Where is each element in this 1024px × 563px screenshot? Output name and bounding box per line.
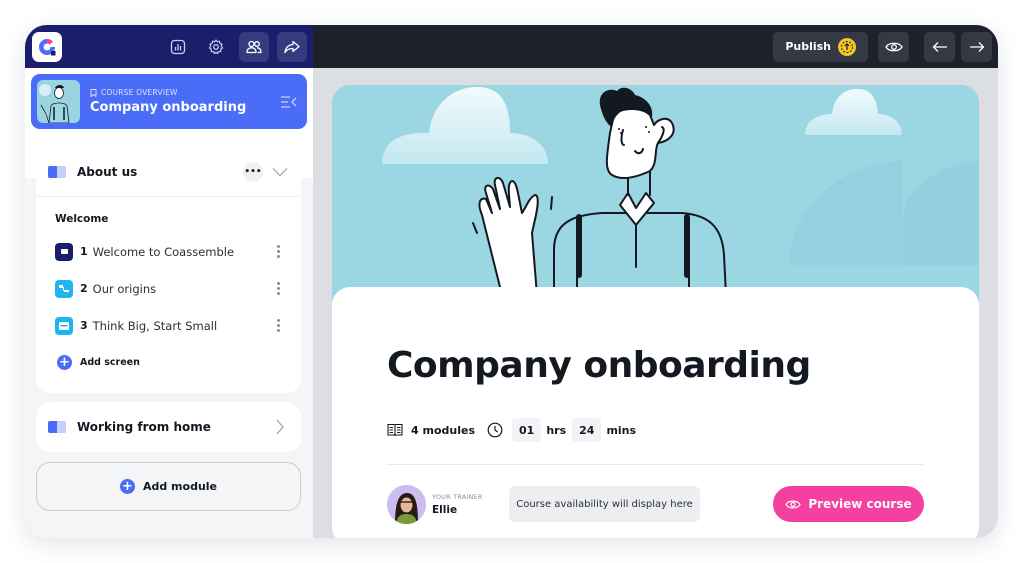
course-title: Company onboarding [387, 345, 811, 386]
duration-hours: 01 [512, 418, 542, 442]
chevron-right-icon [276, 419, 284, 435]
upload-icon [838, 37, 856, 56]
analytics-button[interactable] [163, 32, 193, 62]
screen-options-button[interactable] [273, 245, 283, 258]
arrow-right-icon [969, 41, 984, 52]
overview-kicker: COURSE OVERVIEW [101, 88, 178, 97]
users-icon [246, 40, 262, 53]
preview-eye-button[interactable] [878, 31, 909, 62]
back-button[interactable] [924, 31, 955, 62]
course-thumbnail [37, 80, 80, 123]
collapse-module-button[interactable] [271, 163, 289, 181]
add-module-button[interactable]: + Add module [36, 462, 301, 511]
screen-number: 1 [80, 245, 88, 258]
plus-icon: + [57, 354, 72, 370]
screen-options-button[interactable] [273, 319, 283, 332]
module-icon [48, 421, 66, 433]
book-icon [387, 423, 403, 437]
minutes-label: mins [606, 423, 637, 437]
add-screen-button[interactable]: + Add screen [36, 344, 301, 380]
trainer-label: YOUR TRAINER [432, 493, 483, 501]
course-overview-card[interactable]: COURSE OVERVIEW Company onboarding [31, 74, 307, 129]
forward-button[interactable] [961, 31, 992, 62]
logo-mark-icon [39, 38, 56, 55]
screen-card-icon [55, 316, 73, 335]
course-meta: 4 modules 01 hrs 24 mins [387, 418, 636, 442]
screen-options-button[interactable] [273, 282, 283, 295]
share-icon [284, 40, 300, 53]
collapse-sidebar-button[interactable] [279, 92, 299, 112]
publish-label: Publish [785, 40, 831, 53]
module-about-us: About us ••• Welcome 1 Welcome to Coasse… [36, 147, 301, 393]
overview-title: Company onboarding [90, 100, 247, 115]
screen-item[interactable]: 1 Welcome to Coassemble [36, 233, 301, 270]
course-preview-canvas: Company onboarding 4 modules 01 hrs 24 m… [332, 85, 979, 538]
gear-icon [208, 38, 224, 54]
divider [387, 464, 924, 465]
trainer-avatar [387, 485, 426, 524]
screen-item[interactable]: 2 Our origins [36, 270, 301, 307]
app-window: COURSE OVERVIEW Company onboarding About… [25, 25, 998, 538]
eye-icon [884, 42, 903, 51]
availability-notice: Course availability will display here [509, 486, 700, 522]
course-info-card: Company onboarding 4 modules 01 hrs 24 m… [332, 287, 979, 538]
publish-button[interactable]: Publish [773, 31, 868, 62]
module-header[interactable]: About us ••• [36, 147, 301, 197]
settings-button[interactable] [201, 32, 231, 62]
hours-label: hrs [546, 423, 567, 437]
eye-icon [785, 500, 802, 508]
screen-number: 2 [80, 282, 88, 295]
bookmark-icon [90, 88, 97, 97]
modules-count: 4 modules [411, 423, 475, 437]
plus-icon: + [119, 479, 135, 494]
share-button[interactable] [277, 31, 307, 62]
preview-course-label: Preview course [808, 497, 912, 511]
coassemble-logo[interactable] [32, 31, 62, 62]
editor-toolbar: Publish [313, 25, 998, 68]
section-label: Welcome [55, 213, 109, 225]
collapse-menu-icon [281, 95, 297, 108]
add-screen-label: Add screen [80, 356, 140, 368]
arrow-left-icon [932, 41, 947, 52]
screen-number: 3 [80, 319, 88, 332]
hero-illustration [332, 85, 979, 295]
users-button[interactable] [239, 31, 269, 62]
module-header[interactable]: Working from home [36, 402, 301, 452]
screen-item[interactable]: 3 Think Big, Start Small [36, 307, 301, 344]
screen-timeline-icon [55, 279, 73, 298]
duration-minutes: 24 [572, 418, 602, 442]
preview-course-button[interactable]: Preview course [773, 486, 924, 522]
module-icon [48, 165, 66, 178]
add-module-label: Add module [142, 480, 218, 493]
module-title: Working from home [77, 420, 211, 434]
module-title: About us [77, 164, 138, 179]
trainer-info: YOUR TRAINER Ellie [387, 485, 483, 524]
module-working-from-home[interactable]: Working from home [36, 402, 301, 452]
screen-text-icon [55, 242, 73, 261]
sidebar-toolbar [25, 25, 313, 68]
chevron-down-icon [272, 167, 288, 176]
expand-module-button[interactable] [271, 418, 289, 436]
main-area: Publish Company onboarding 4 modules 01 … [313, 25, 998, 538]
screen-label: Our origins [92, 281, 157, 296]
sidebar: COURSE OVERVIEW Company onboarding About… [25, 25, 313, 538]
clock-icon [487, 422, 503, 438]
trainer-name: Ellie [432, 504, 458, 516]
screen-label: Think Big, Start Small [92, 318, 218, 333]
module-options-button[interactable]: ••• [243, 161, 263, 182]
analytics-icon [170, 39, 186, 54]
screen-label: Welcome to Coassemble [92, 244, 235, 259]
